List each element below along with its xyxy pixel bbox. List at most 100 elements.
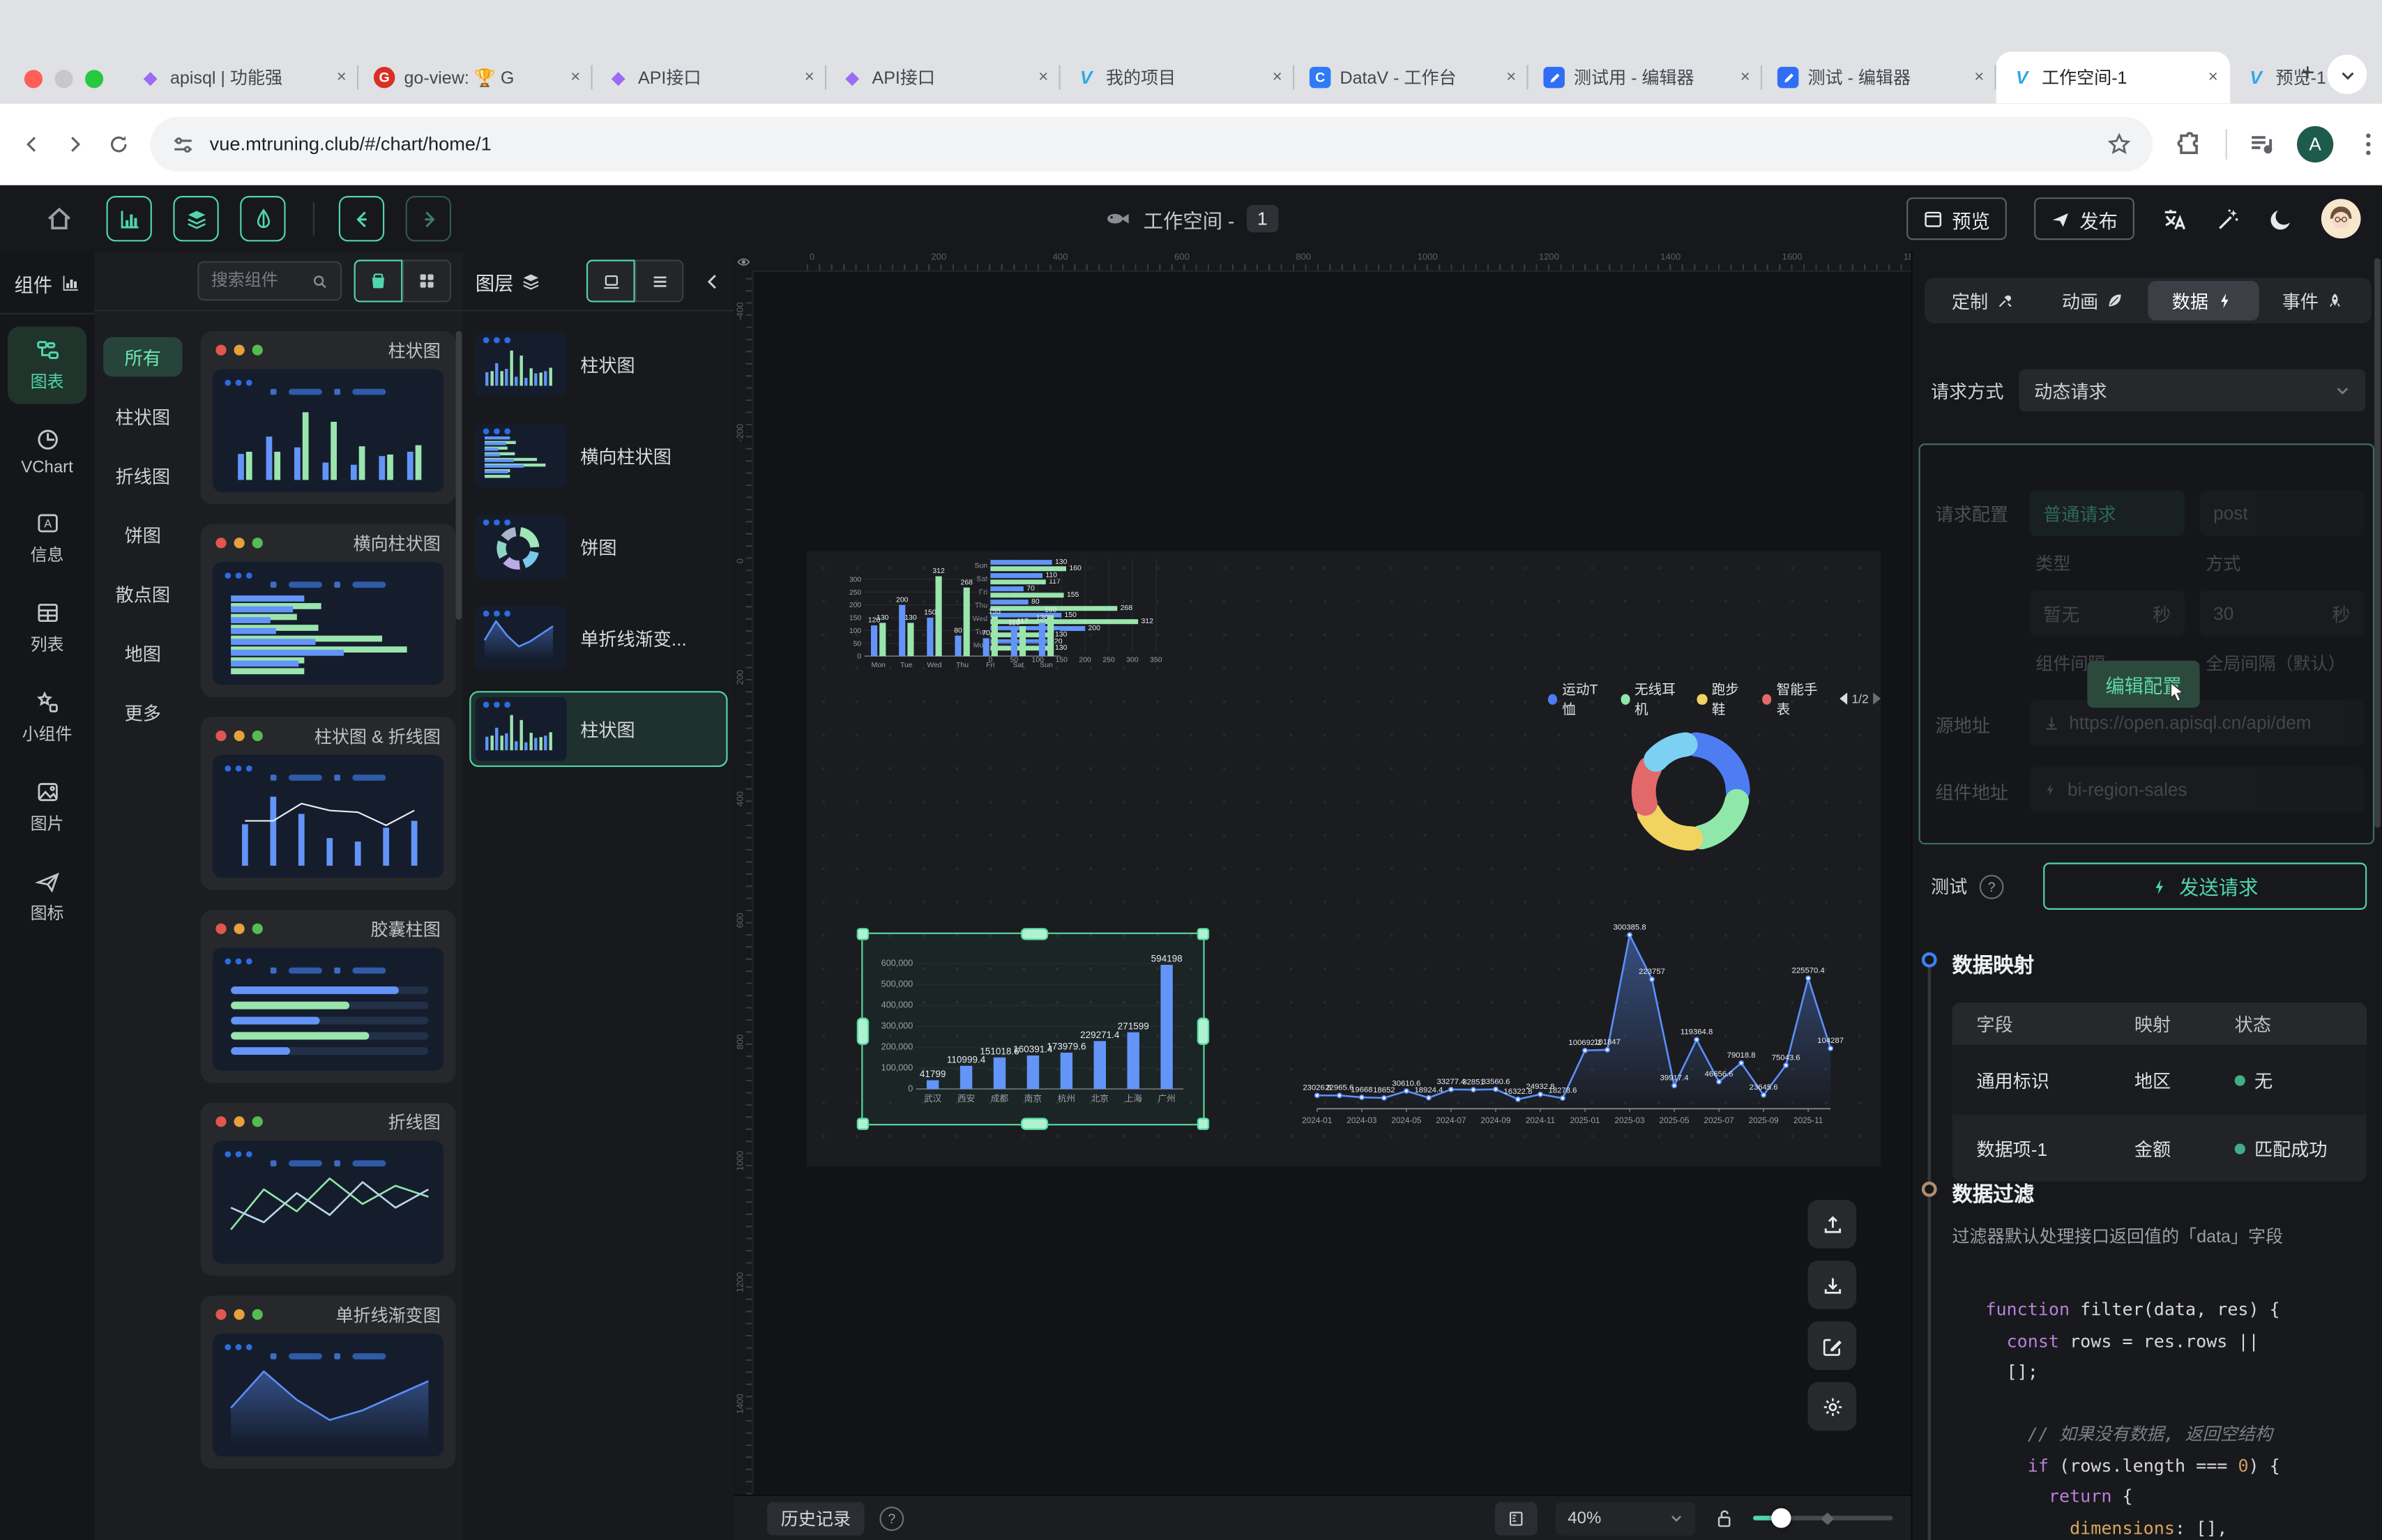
close-tab-icon[interactable]: × bbox=[1506, 68, 1516, 86]
legend-item[interactable]: 智能手表 bbox=[1762, 679, 1826, 719]
selection-frame[interactable]: 0100,000200,000300,000400,000500,000600,… bbox=[861, 933, 1204, 1126]
close-tab-icon[interactable]: × bbox=[1740, 68, 1750, 86]
zoom-slider[interactable] bbox=[1753, 1507, 1892, 1529]
resize-handle[interactable] bbox=[1197, 1118, 1209, 1129]
window-controls[interactable] bbox=[24, 70, 103, 88]
search-icon[interactable] bbox=[312, 273, 328, 289]
category-所有[interactable]: 所有 bbox=[103, 337, 182, 377]
settings-gear-icon[interactable] bbox=[1807, 1382, 1856, 1431]
panel-scrollbar[interactable] bbox=[2374, 258, 2381, 828]
layers-panel-toggle-button[interactable] bbox=[173, 196, 218, 241]
eye-icon[interactable] bbox=[734, 252, 752, 270]
zoom-select[interactable]: 40% bbox=[1556, 1502, 1695, 1535]
resize-handle[interactable] bbox=[1197, 928, 1209, 940]
test-help-icon[interactable]: ? bbox=[1980, 874, 2004, 899]
browser-tab-6[interactable]: 测试用 - 编辑器× bbox=[1528, 52, 1763, 103]
tab-数据[interactable]: 数据 bbox=[2148, 281, 2258, 321]
workspace-number-badge[interactable]: 1 bbox=[1247, 205, 1278, 232]
sidebar-item-信息[interactable]: A信息 bbox=[8, 500, 86, 577]
chart-panel-toggle-button[interactable] bbox=[106, 196, 151, 241]
collapse-panel-icon[interactable] bbox=[704, 272, 722, 290]
legend-item[interactable]: 跑步鞋 bbox=[1697, 679, 1748, 719]
extensions-icon[interactable] bbox=[2177, 130, 2204, 158]
close-tab-icon[interactable]: × bbox=[1038, 68, 1048, 86]
layer-item-4[interactable]: 柱状图 bbox=[469, 691, 727, 767]
search-input[interactable] bbox=[208, 270, 311, 292]
legend-item[interactable]: 运动T恤 bbox=[1548, 679, 1607, 719]
component-card-横向柱状图[interactable]: 横向柱状图 bbox=[201, 524, 456, 697]
sidebar-item-图片[interactable]: 图片 bbox=[8, 768, 86, 846]
category-柱状图[interactable]: 柱状图 bbox=[103, 397, 182, 436]
tab-事件[interactable]: 事件 bbox=[2258, 281, 2368, 321]
sidebar-item-小组件[interactable]: 小组件 bbox=[8, 679, 86, 756]
close-tab-icon[interactable]: × bbox=[1273, 68, 1282, 86]
layer-list-view-button[interactable] bbox=[635, 260, 684, 303]
site-settings-icon[interactable] bbox=[172, 133, 195, 156]
category-折线图[interactable]: 折线图 bbox=[103, 456, 182, 496]
source-url-field[interactable]: https://open.apisql.cn/api/dem bbox=[2030, 700, 2364, 745]
design-canvas[interactable]: 020040060080010001200140016001800 -400-2… bbox=[734, 252, 1911, 1540]
category-更多[interactable]: 更多 bbox=[103, 692, 182, 732]
legend-pagination[interactable]: 1/2 bbox=[1839, 692, 1881, 706]
resize-handle[interactable] bbox=[857, 1118, 869, 1129]
zoom-window-icon[interactable] bbox=[85, 70, 103, 88]
pie-chart-widget[interactable] bbox=[1618, 718, 1763, 864]
user-avatar[interactable] bbox=[2321, 199, 2361, 238]
minimize-window-icon[interactable] bbox=[54, 70, 73, 88]
component-card-折线图[interactable]: 折线图 bbox=[201, 1103, 456, 1276]
request-type-field[interactable]: 普通请求 bbox=[2030, 491, 2185, 536]
detail-panel-toggle-button[interactable] bbox=[240, 196, 285, 241]
browser-profile-avatar[interactable]: A bbox=[2297, 126, 2333, 162]
page-left-icon[interactable] bbox=[1839, 692, 1847, 704]
forward-icon[interactable] bbox=[64, 130, 86, 158]
lock-icon[interactable] bbox=[1713, 1507, 1735, 1529]
browser-tab-2[interactable]: ◆API接口× bbox=[593, 52, 826, 103]
close-tab-icon[interactable]: × bbox=[805, 68, 814, 86]
sidebar-item-图标[interactable]: 图标 bbox=[8, 858, 86, 936]
resize-handle[interactable] bbox=[1021, 928, 1048, 940]
send-request-button[interactable]: 发送请求 bbox=[2043, 862, 2367, 910]
legend-item[interactable]: 无线耳机 bbox=[1621, 679, 1684, 719]
close-tab-icon[interactable]: × bbox=[570, 68, 580, 86]
grid-view-button[interactable] bbox=[402, 260, 451, 303]
browser-tab-9[interactable]: V预览-1× bbox=[2230, 52, 2382, 103]
help-icon[interactable]: ? bbox=[879, 1506, 904, 1530]
request-config-box[interactable]: 请求配置 普通请求 post 类型 方式 暂无秒 30秒 组件间隔 全局间隔（默… bbox=[1919, 443, 2375, 844]
component-search[interactable] bbox=[197, 261, 342, 301]
selected-bar-chart-widget[interactable]: 0100,000200,000300,000400,000500,000600,… bbox=[863, 934, 1198, 1120]
magic-wand-icon[interactable] bbox=[2215, 206, 2240, 231]
browser-tab-7[interactable]: 测试 - 编辑器× bbox=[1762, 52, 1996, 103]
mapping-row-1[interactable]: 数据项-1金额匹配成功 bbox=[1952, 1115, 2367, 1182]
detail-list-toggle-button[interactable] bbox=[1495, 1502, 1538, 1535]
category-散点图[interactable]: 散点图 bbox=[103, 574, 182, 613]
component-interval-field[interactable]: 暂无秒 bbox=[2030, 590, 2185, 636]
browser-tab-8[interactable]: V工作空间-1× bbox=[1996, 52, 2230, 103]
sidebar-item-列表[interactable]: 列表 bbox=[8, 589, 86, 666]
page-right-icon[interactable] bbox=[1873, 692, 1881, 704]
resize-handle[interactable] bbox=[857, 928, 869, 940]
components-scrollbar[interactable] bbox=[456, 331, 462, 620]
component-url-field[interactable]: bi-region-sales bbox=[2030, 767, 2364, 812]
category-饼图[interactable]: 饼图 bbox=[103, 515, 182, 555]
global-interval-field[interactable]: 30秒 bbox=[2200, 590, 2364, 636]
browser-tab-0[interactable]: ◆apisql | 功能强× bbox=[125, 52, 358, 103]
request-post-field[interactable]: post bbox=[2200, 491, 2364, 536]
resize-handle[interactable] bbox=[1197, 1017, 1209, 1044]
reading-list-icon[interactable] bbox=[2248, 130, 2275, 158]
tab-定制[interactable]: 定制 bbox=[1928, 281, 2038, 321]
preview-button[interactable]: 预览 bbox=[1906, 197, 2007, 240]
browser-tab-5[interactable]: CDataV - 工作台× bbox=[1294, 52, 1528, 103]
close-tab-icon[interactable]: × bbox=[337, 68, 347, 86]
translate-icon[interactable] bbox=[2162, 206, 2187, 231]
component-card-单折线渐变图[interactable]: 单折线渐变图 bbox=[201, 1295, 456, 1468]
component-card-柱状图[interactable]: 柱状图 bbox=[201, 331, 456, 504]
address-bar[interactable]: vue.mtruning.club/#/chart/home/1 bbox=[151, 117, 2153, 171]
design-board[interactable]: 050100150200250300350Sun130160Sat110117F… bbox=[807, 551, 1881, 1166]
close-tab-icon[interactable]: × bbox=[2208, 68, 2218, 86]
dark-mode-moon-icon[interactable] bbox=[2268, 206, 2294, 231]
close-tab-icon[interactable]: × bbox=[1974, 68, 1984, 86]
layer-item-0[interactable]: 柱状图 bbox=[469, 326, 727, 402]
edit-button[interactable] bbox=[1807, 1321, 1856, 1370]
browser-tab-3[interactable]: ◆API接口× bbox=[826, 52, 1061, 103]
browser-tab-1[interactable]: Ggo-view: 🏆 G× bbox=[358, 52, 592, 103]
